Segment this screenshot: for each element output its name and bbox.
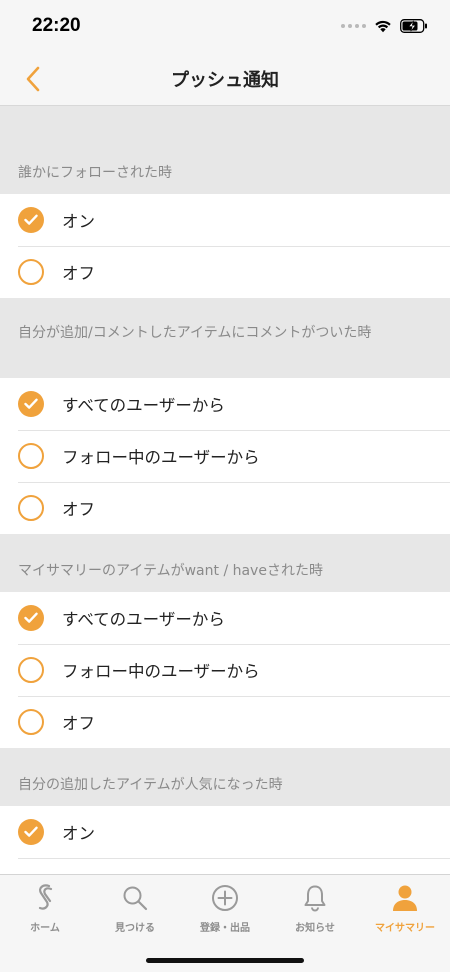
wifi-icon — [375, 20, 391, 33]
option-label: オフ — [62, 264, 95, 283]
radio-unchecked-icon — [18, 443, 44, 469]
option-row[interactable]: オフ — [0, 482, 450, 534]
add-circle-icon — [210, 883, 240, 913]
person-icon — [390, 883, 420, 913]
option-row[interactable]: すべてのユーザーから — [0, 592, 450, 644]
option-label: オフ — [62, 500, 95, 519]
radio-checked-icon — [18, 605, 44, 631]
navigation-bar: プッシュ通知 — [0, 52, 450, 106]
tab-label: 登録・出品 — [200, 923, 250, 934]
tab-home[interactable]: ホーム — [0, 883, 90, 939]
option-label: フォロー中のユーザーから — [62, 448, 260, 467]
option-row[interactable]: すべてのユーザーから — [0, 378, 450, 430]
option-row[interactable]: オン — [0, 806, 450, 858]
battery-charging-icon — [400, 19, 427, 33]
option-row[interactable]: オフ — [0, 696, 450, 748]
status-bar: 22:20 — [0, 0, 450, 52]
tab-label: お知らせ — [295, 923, 335, 934]
section-header: 自分の追加したアイテムが人気になった時 — [18, 777, 283, 793]
back-button[interactable] — [18, 64, 48, 94]
radio-unchecked-icon — [18, 657, 44, 683]
cellular-signal-icon — [341, 24, 366, 28]
radio-unchecked-icon — [18, 259, 44, 285]
section-followed: 誰かにフォローされた時 オン オフ — [0, 106, 450, 298]
search-icon — [120, 883, 150, 913]
tab-search[interactable]: 見つける — [90, 883, 180, 939]
option-label: オフ — [62, 714, 95, 733]
radio-checked-icon — [18, 207, 44, 233]
option-row[interactable]: オフ — [0, 246, 450, 298]
section-want-have: マイサマリーのアイテムがwant / haveされた時 すべてのユーザーから フ… — [0, 534, 450, 748]
chevron-left-icon — [26, 66, 40, 92]
section-header: 誰かにフォローされた時 — [18, 165, 172, 181]
radio-checked-icon — [18, 391, 44, 417]
section-comment: 自分が追加/コメントしたアイテムにコメントがついた時 すべてのユーザーから フォ… — [0, 298, 450, 534]
option-label: すべてのユーザーから — [62, 610, 225, 629]
tab-label: マイサマリー — [375, 923, 435, 934]
tab-notifications[interactable]: お知らせ — [270, 883, 360, 939]
tab-bar: ホーム 見つける 登録・出品 お知らせ マイサマリー — [0, 874, 450, 972]
radio-unchecked-icon — [18, 495, 44, 521]
section-header: マイサマリーのアイテムがwant / haveされた時 — [18, 563, 323, 579]
page-title: プッシュ通知 — [171, 69, 279, 91]
option-label: フォロー中のユーザーから — [62, 662, 260, 681]
tab-my-summary[interactable]: マイサマリー — [360, 883, 450, 939]
option-row-partial — [0, 858, 450, 874]
home-logo-icon — [30, 883, 60, 913]
option-label: オン — [62, 824, 95, 843]
tab-label: ホーム — [30, 923, 60, 934]
tab-label: 見つける — [115, 923, 155, 934]
radio-unchecked-icon — [18, 709, 44, 735]
option-row[interactable]: オン — [0, 194, 450, 246]
option-row[interactable]: フォロー中のユーザーから — [0, 644, 450, 696]
settings-list[interactable]: 誰かにフォローされた時 オン オフ 自分が追加/コメントしたアイテムにコメントが… — [0, 106, 450, 874]
option-label: オン — [62, 212, 95, 231]
tab-register[interactable]: 登録・出品 — [180, 883, 270, 939]
radio-checked-icon — [18, 819, 44, 845]
bell-icon — [300, 883, 330, 913]
section-popular: 自分の追加したアイテムが人気になった時 オン — [0, 748, 450, 874]
section-header: 自分が追加/コメントしたアイテムにコメントがついた時 — [18, 325, 372, 341]
status-icons — [341, 19, 428, 33]
status-time: 22:20 — [32, 15, 81, 36]
option-label: すべてのユーザーから — [62, 396, 225, 415]
option-row[interactable]: フォロー中のユーザーから — [0, 430, 450, 482]
home-indicator[interactable] — [146, 958, 304, 963]
